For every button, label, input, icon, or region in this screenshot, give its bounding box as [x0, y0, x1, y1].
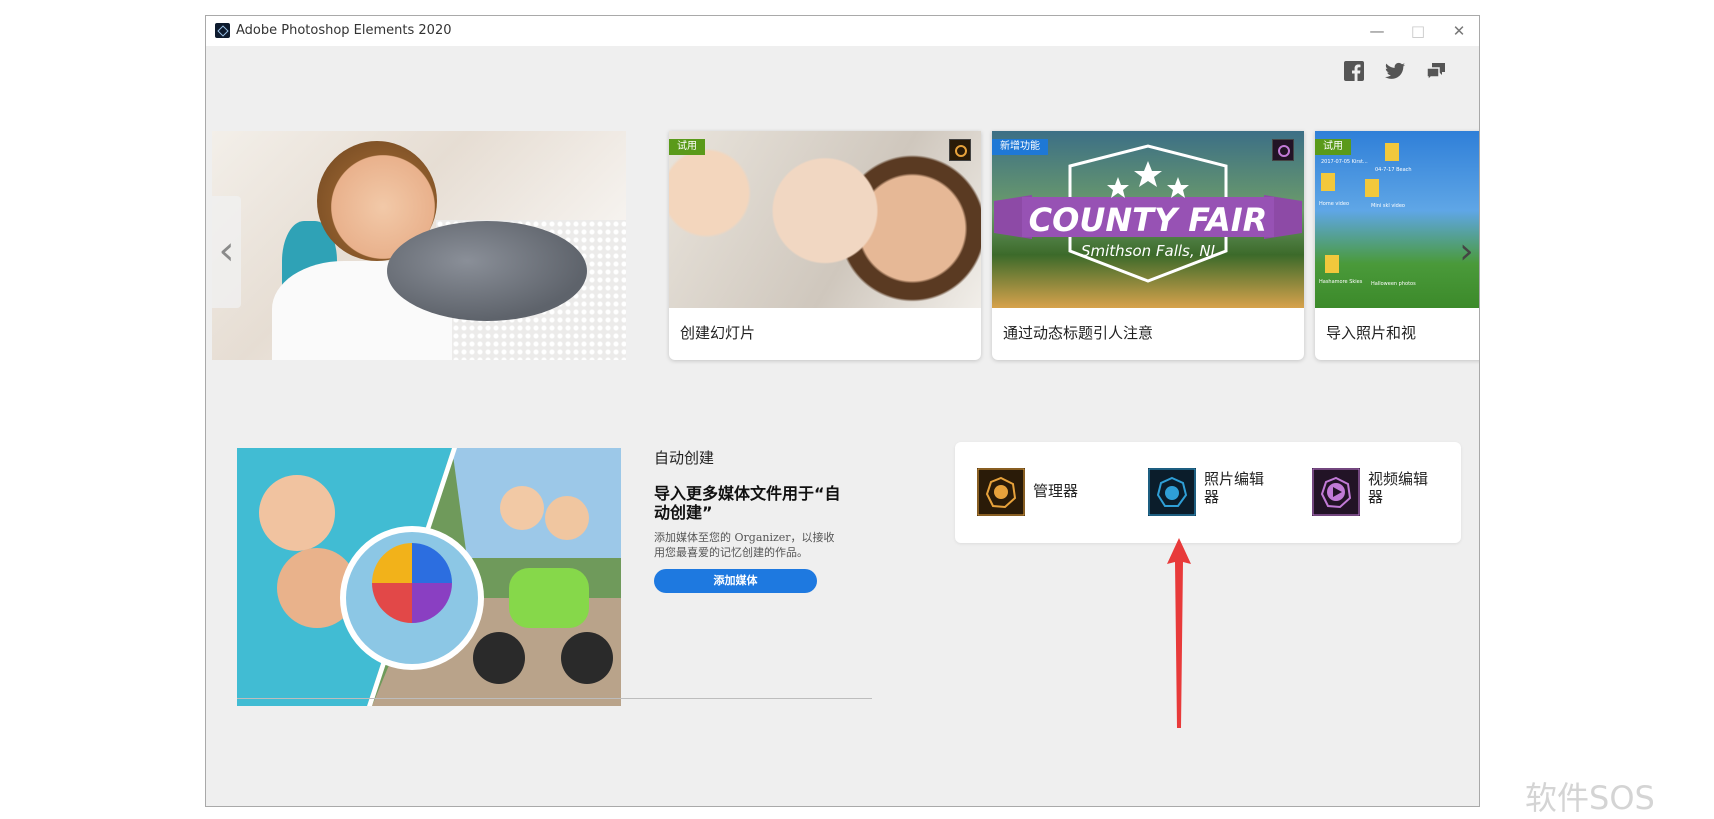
- thumb-caption: 04-7-17 Beach: [1375, 167, 1412, 173]
- annotation-arrow: [1167, 538, 1191, 728]
- auto-creation-description: 添加媒体至您的 Organizer，以接收用您最喜爱的记忆创建的作品。: [654, 531, 835, 559]
- card-label: 导入照片和视: [1326, 324, 1417, 342]
- launcher-panel: 管理器 照片编辑器 视频编辑器: [955, 442, 1461, 543]
- folder-icon: [1365, 179, 1379, 197]
- auto-creation-heading: 导入更多媒体文件用于“自动创建”: [654, 484, 841, 522]
- divider: [237, 698, 872, 699]
- thumb-caption: Hashamore Skies: [1319, 279, 1363, 285]
- trial-badge: 试用: [1315, 139, 1351, 155]
- twitter-icon[interactable]: [1383, 59, 1407, 83]
- cat-image: [387, 221, 587, 321]
- county-fair-art-subtitle: Smithson Falls, NJ: [1081, 242, 1215, 260]
- card-label: 创建幻灯片: [680, 324, 756, 342]
- hero-image[interactable]: [212, 131, 626, 360]
- app-window: Adobe Photoshop Elements 2020 — □ ✕ ‹ 试用…: [205, 15, 1480, 807]
- window-title: Adobe Photoshop Elements 2020: [236, 23, 452, 38]
- auto-creation-eyebrow: 自动创建: [654, 449, 715, 467]
- video-editor-label: 视频编辑器: [1368, 470, 1429, 506]
- trial-badge: 试用: [669, 139, 705, 155]
- organizer-product-icon: [949, 139, 971, 161]
- tips-carousel: ‹ 试用 创建幻灯片 COUNTY FAIR Smithson Falls, N…: [212, 131, 1479, 381]
- thumb-caption: Mini skl video: [1371, 203, 1405, 209]
- county-fair-thumbnail: COUNTY FAIR Smithson Falls, NJ 新增功能: [992, 131, 1304, 308]
- thumb-caption: Halloween photos: [1371, 281, 1416, 287]
- folder-icon: [1321, 173, 1335, 191]
- carousel-next-button[interactable]: ›: [1453, 221, 1479, 283]
- photo-editor-icon: [1148, 468, 1196, 516]
- feedback-icon[interactable]: [1424, 59, 1448, 83]
- thumb-caption: Home video: [1319, 201, 1350, 207]
- photo-editor-label: 照片编辑器: [1204, 470, 1265, 506]
- folder-icon: [1325, 255, 1339, 273]
- close-button[interactable]: ✕: [1439, 19, 1479, 43]
- carousel-prev-button[interactable]: ‹: [212, 196, 241, 308]
- video-editor-icon: [1312, 468, 1360, 516]
- auto-creation-image: [237, 448, 621, 706]
- title-bar[interactable]: Adobe Photoshop Elements 2020 — □ ✕: [206, 16, 1479, 46]
- folder-icon: [1385, 143, 1399, 161]
- tip-card-slideshow[interactable]: 试用 创建幻灯片: [669, 131, 981, 360]
- organizer-icon: [977, 468, 1025, 516]
- tip-card-animated-titles[interactable]: COUNTY FAIR Smithson Falls, NJ 新增功能 通过动态…: [992, 131, 1304, 360]
- maximize-button[interactable]: □: [1398, 19, 1438, 43]
- premiere-elements-product-icon: [1272, 139, 1294, 161]
- new-feature-badge: 新增功能: [992, 139, 1048, 155]
- add-media-button[interactable]: 添加媒体: [654, 569, 817, 593]
- minimize-button[interactable]: —: [1357, 19, 1397, 43]
- watermark: 软件SOS: [1525, 779, 1655, 817]
- photoshop-elements-app-icon: [215, 23, 230, 38]
- card-label: 通过动态标题引人注意: [1003, 324, 1154, 342]
- slideshow-thumbnail: 试用: [669, 131, 981, 308]
- county-fair-art-title: COUNTY FAIR: [1029, 201, 1268, 239]
- thumb-caption: 2017-07-05 Kirst...: [1321, 159, 1368, 165]
- facebook-icon[interactable]: [1342, 59, 1366, 83]
- organizer-label: 管理器: [1033, 482, 1079, 500]
